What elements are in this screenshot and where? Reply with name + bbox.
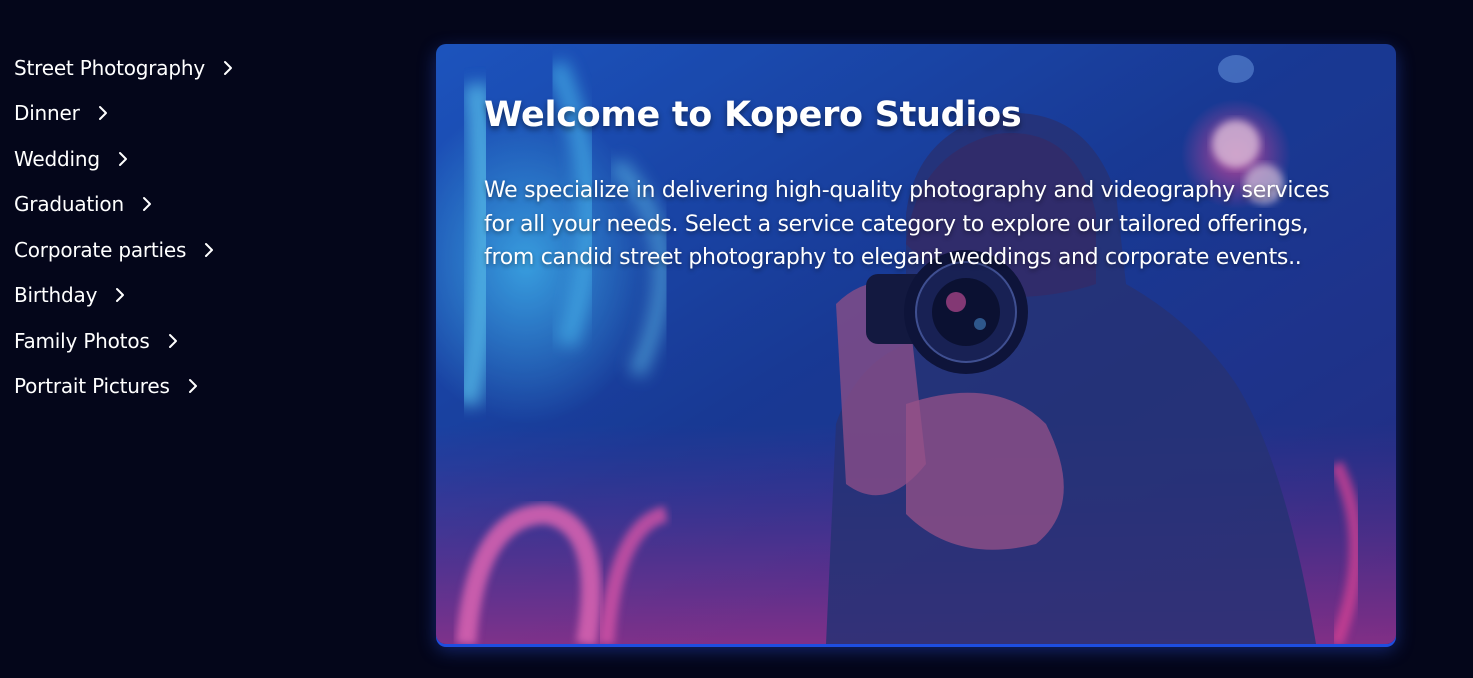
menu-item-label: Dinner	[14, 101, 80, 126]
chevron-right-icon	[117, 151, 129, 167]
chevron-right-icon	[114, 287, 126, 303]
menu-item-birthday[interactable]: Birthday	[14, 273, 394, 319]
chevron-right-icon	[167, 333, 179, 349]
menu-item-label: Corporate parties	[14, 237, 187, 262]
chevron-right-icon	[203, 242, 215, 258]
chevron-right-icon	[141, 196, 153, 212]
hero-content: Welcome to Kopero Studios We specialize …	[484, 94, 1354, 275]
menu-item-wedding[interactable]: Wedding	[14, 136, 394, 182]
menu-item-street-photography[interactable]: Street Photography	[14, 45, 394, 91]
service-category-menu: Street Photography Dinner Wedding Gradua…	[14, 45, 394, 409]
menu-item-label: Street Photography	[14, 55, 205, 80]
chevron-right-icon	[97, 105, 109, 121]
menu-item-portrait-pictures[interactable]: Portrait Pictures	[14, 364, 394, 410]
menu-item-corporate-parties[interactable]: Corporate parties	[14, 227, 394, 273]
chevron-right-icon	[222, 60, 234, 76]
menu-item-dinner[interactable]: Dinner	[14, 91, 394, 137]
menu-item-graduation[interactable]: Graduation	[14, 182, 394, 228]
menu-item-label: Wedding	[14, 146, 100, 171]
menu-item-label: Birthday	[14, 283, 98, 308]
menu-item-family-photos[interactable]: Family Photos	[14, 318, 394, 364]
hero-card: Welcome to Kopero Studios We specialize …	[436, 44, 1396, 644]
menu-item-label: Portrait Pictures	[14, 374, 170, 399]
hero-description: We specialize in delivering high-quality…	[484, 178, 1330, 270]
page: Street Photography Dinner Wedding Gradua…	[0, 0, 1473, 678]
menu-item-label: Graduation	[14, 192, 124, 217]
hero-title: Welcome to Kopero Studios	[484, 95, 1022, 135]
menu-item-label: Family Photos	[14, 328, 150, 353]
chevron-right-icon	[187, 378, 199, 394]
